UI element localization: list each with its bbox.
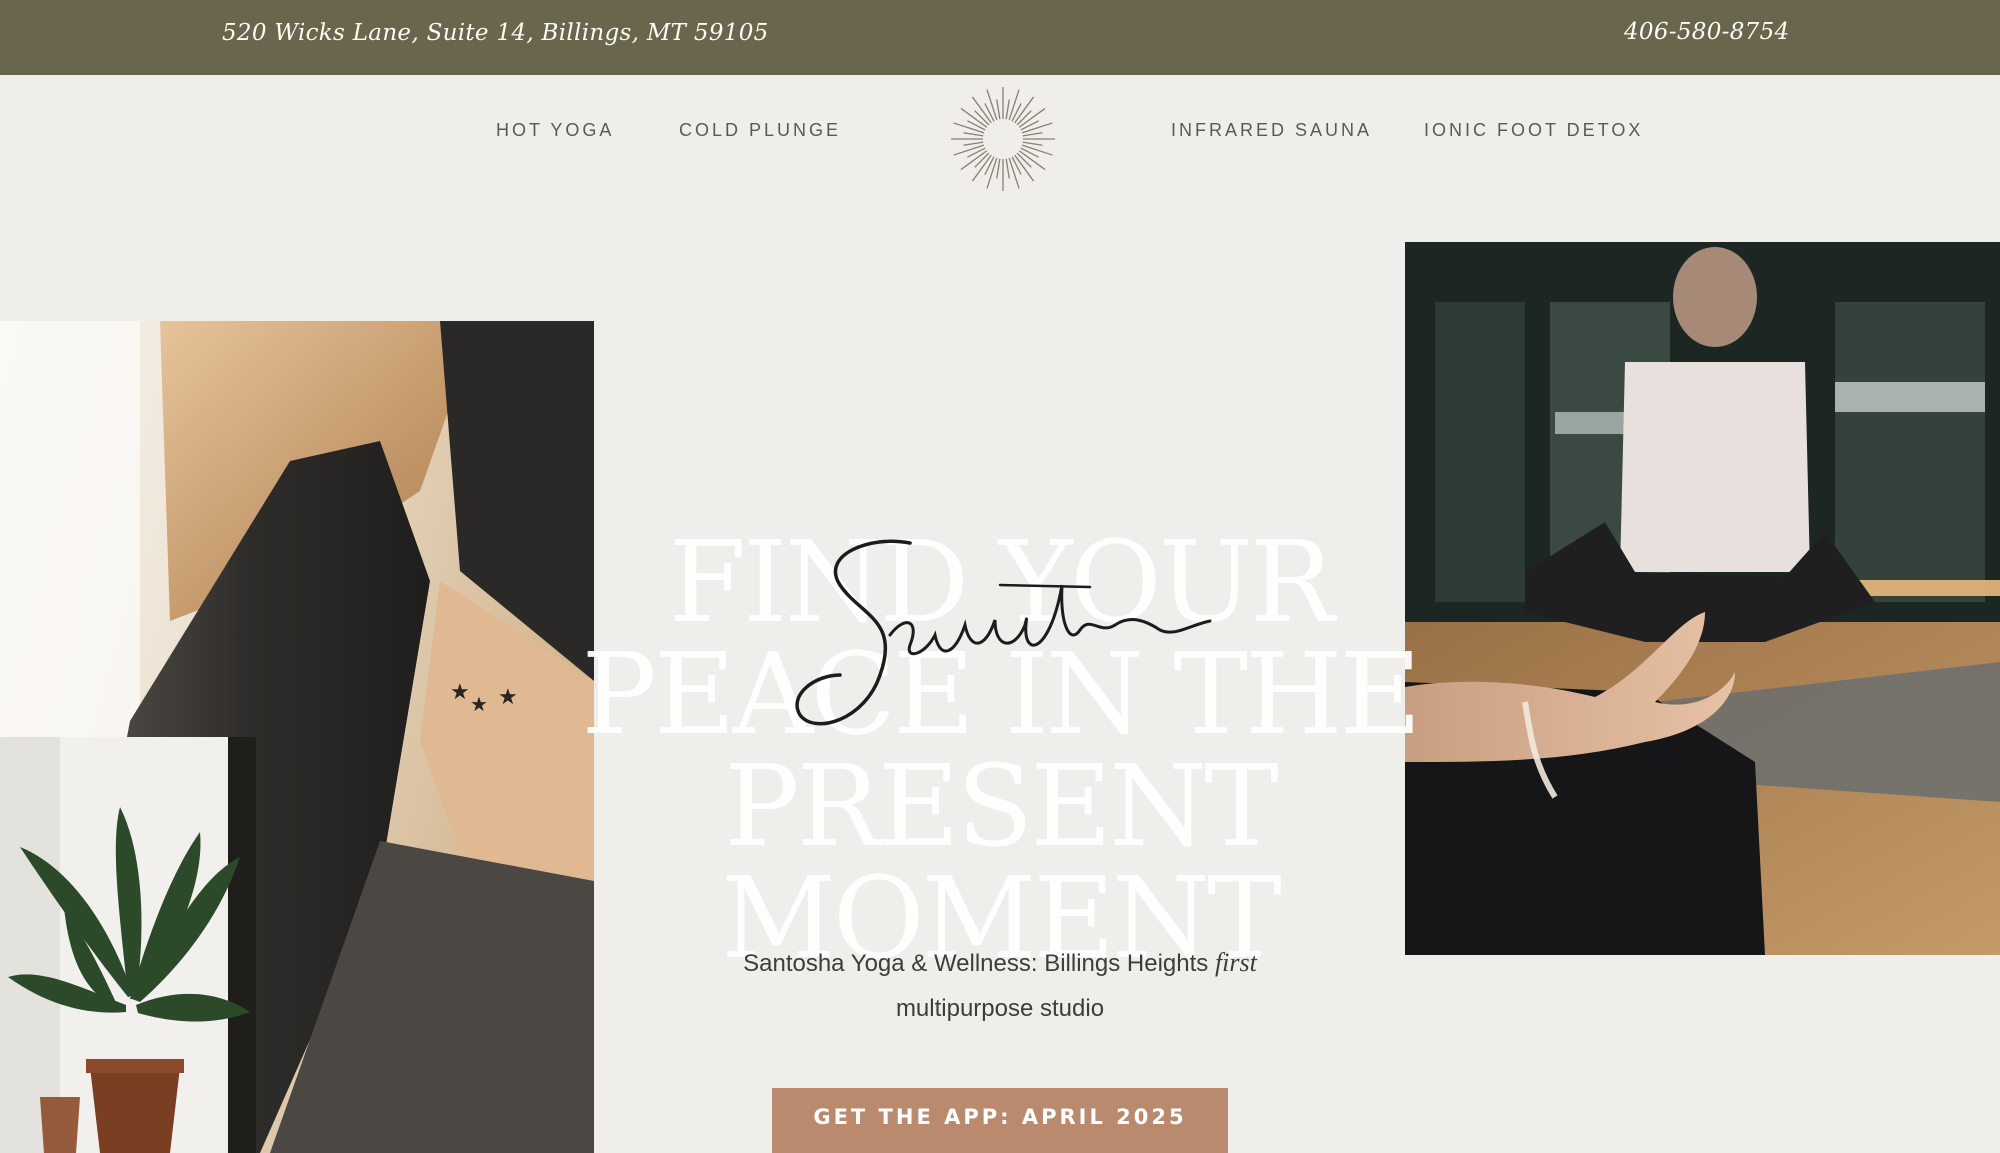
meditation-class-photo (1405, 242, 2000, 955)
hero-subtitle: Santosha Yoga & Wellness: Billings Heigh… (690, 940, 1310, 1031)
subtitle-text-start: Santosha Yoga & Wellness: Billings Heigh… (743, 950, 1215, 977)
svg-text:★: ★ (470, 692, 488, 716)
nav-item-ionic-foot-detox[interactable]: IONIC FOOT DETOX (1424, 120, 1643, 141)
nav-item-infrared-sauna[interactable]: INFRARED SAUNA (1171, 120, 1372, 141)
headline-line-3: PRESENT (724, 742, 1279, 873)
get-the-app-button[interactable]: GET THE APP: APRIL 2025 (772, 1088, 1228, 1153)
address-text: 520 Wicks Lane, Suite 14, Billings, MT 5… (222, 20, 769, 46)
nav-item-hot-yoga[interactable]: HOT YOGA (496, 120, 614, 141)
santosha-script-logo (795, 539, 1212, 726)
top-info-bar: 520 Wicks Lane, Suite 14, Billings, MT 5… (0, 0, 2000, 75)
sunburst-icon[interactable] (948, 84, 1058, 194)
subtitle-emphasis: first (1214, 948, 1257, 977)
subtitle-text-end: multipurpose studio (895, 995, 1105, 1022)
svg-text:★: ★ (450, 680, 470, 705)
svg-text:★: ★ (498, 685, 518, 710)
plant-photo (0, 737, 256, 1153)
phone-link[interactable]: 406-580-8754 (1624, 19, 1789, 45)
nav-item-cold-plunge[interactable]: COLD PLUNGE (679, 120, 841, 141)
